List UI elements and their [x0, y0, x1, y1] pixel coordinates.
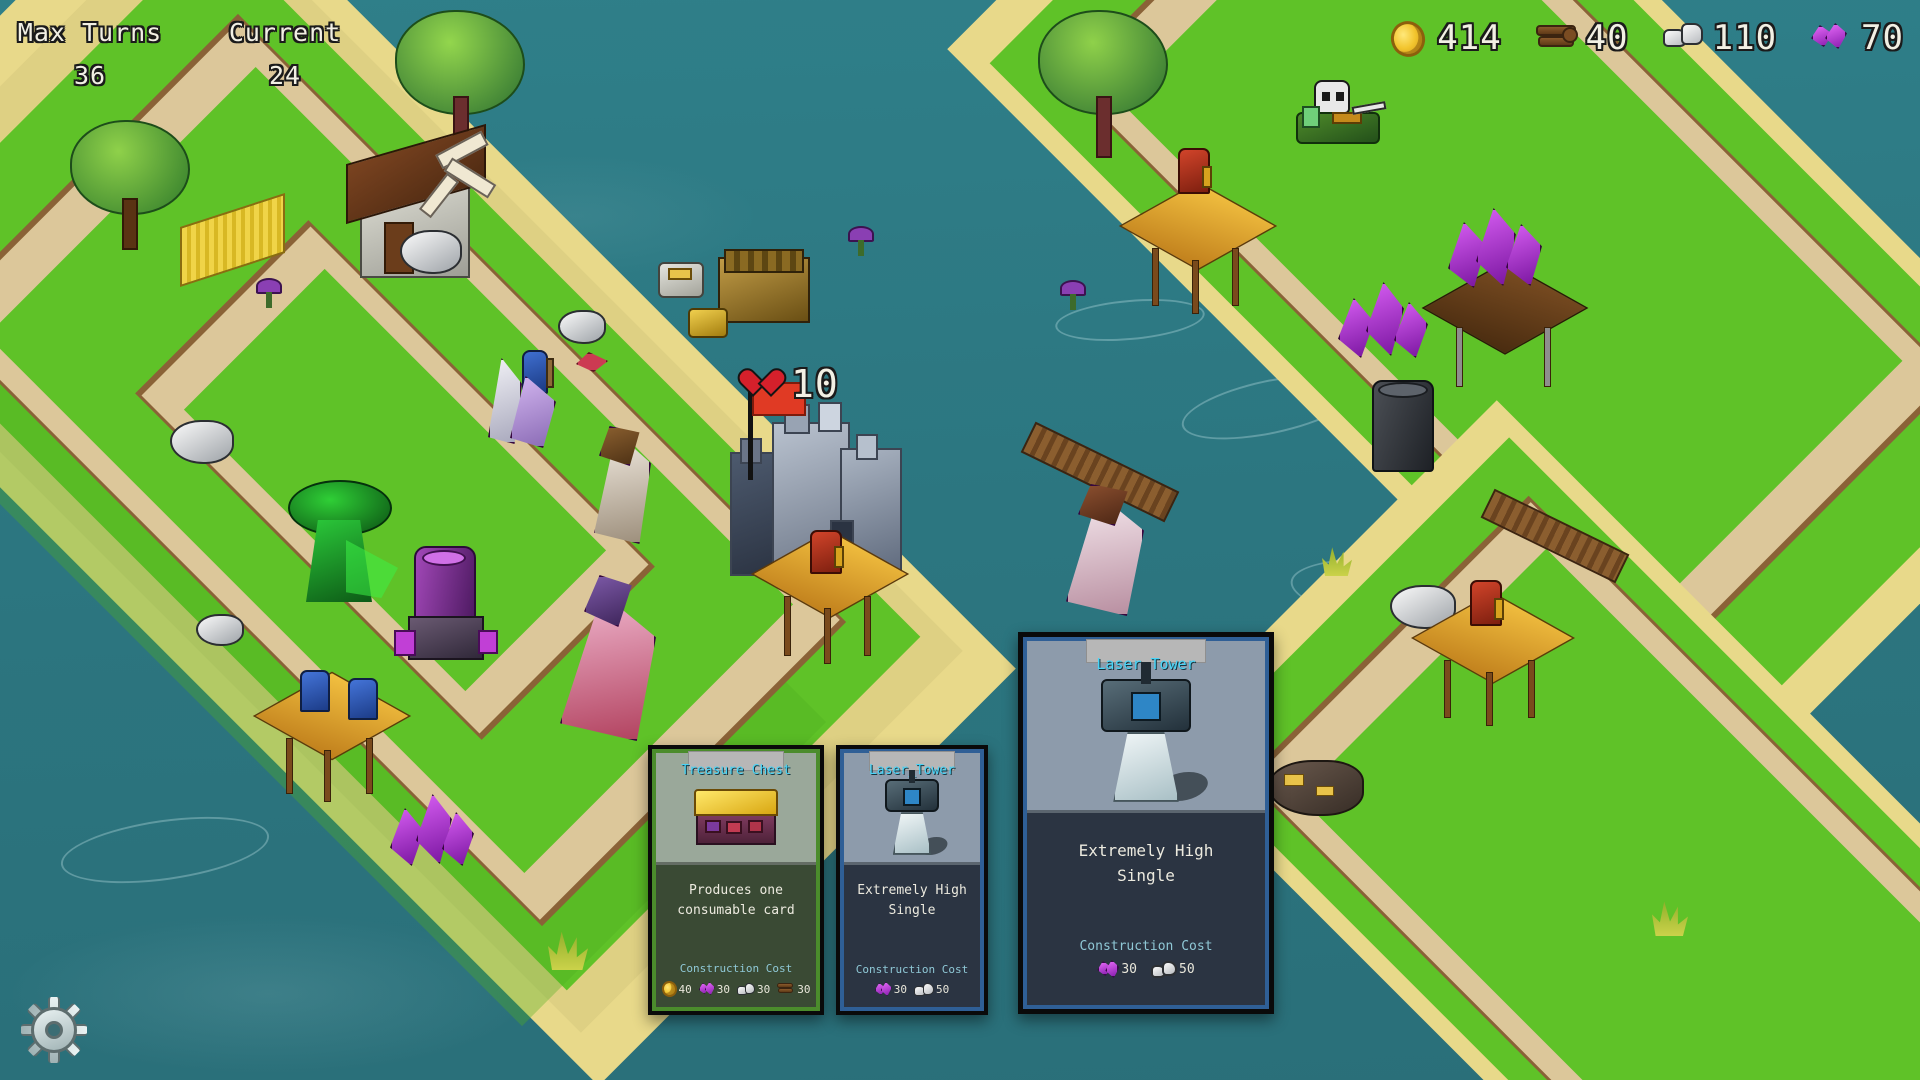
crystal-shard-icon — [1811, 21, 1853, 55]
card-body: Produces one consumable card Constructio… — [656, 865, 816, 1007]
tree — [70, 120, 190, 250]
rock — [196, 614, 244, 646]
current-turn-label: Current — [228, 18, 342, 47]
cost-wood-amount: 30 — [797, 982, 811, 996]
laser-tower-sprite — [1083, 662, 1213, 805]
guard-platform[interactable] — [1118, 181, 1278, 314]
dark-pillar — [1372, 380, 1434, 472]
max-turns-label: Max Turns — [17, 18, 163, 47]
crystal-formation — [585, 420, 671, 550]
gold-ore-rock — [1268, 760, 1364, 816]
cost-crystal: 30 — [1097, 960, 1137, 979]
cost-stone-amount: 30 — [757, 982, 771, 996]
resource-bar: 414 40 110 70 — [1386, 17, 1904, 61]
unit-blue — [348, 678, 378, 720]
cost-stone-amount: 50 — [936, 983, 950, 996]
card-treasure-chest[interactable]: Treasure Chest Produces one consumable c… — [648, 745, 824, 1015]
laser-tower-sprite — [875, 769, 952, 857]
current-turn-block: Current 24 — [215, 18, 355, 90]
gear-icon[interactable] — [16, 992, 92, 1068]
tower-green-built[interactable] — [280, 480, 400, 610]
cost-crystal-amount: 30 — [716, 982, 730, 996]
flower — [1060, 280, 1086, 310]
cost-crystal-amount: 30 — [1121, 962, 1137, 977]
card-description-line2: Single — [1117, 865, 1175, 885]
enemy-skull-unit — [1290, 80, 1390, 152]
cost-gold-amount: 40 — [678, 982, 692, 996]
cost-stone: 30 — [737, 982, 771, 996]
treasure-chest-sprite — [688, 786, 784, 848]
gold-value: 414 — [1437, 18, 1502, 58]
card-description-line1: Produces one — [689, 883, 783, 898]
cost-crystal-amount: 30 — [893, 983, 907, 996]
amethyst-cluster — [1338, 278, 1434, 364]
crystal-value: 70 — [1861, 18, 1904, 58]
card-cost-row: 40 30 30 30 — [659, 975, 813, 1007]
castle-hp-value: 10 — [791, 362, 839, 406]
current-turn-value: 24 — [268, 61, 302, 90]
stone-value: 110 — [1712, 18, 1778, 58]
purple-crystal-stack — [1448, 208, 1544, 292]
unit-blue — [300, 670, 330, 712]
unit-red-knight — [1470, 580, 1504, 626]
cost-crystal: 30 — [874, 982, 907, 997]
card-description-line2: Single — [888, 903, 936, 919]
rock — [400, 230, 462, 274]
flower — [256, 278, 282, 308]
tower-purple-built[interactable] — [392, 546, 502, 672]
card-cost-row: 30 50 — [873, 976, 952, 1007]
card-body: Extremely High Single Construction Cost … — [1027, 813, 1265, 1005]
crystal-formation — [480, 330, 570, 450]
cost-gold: 40 — [659, 979, 692, 999]
gold-coin-icon — [1386, 17, 1430, 61]
card-description-line1: Extremely High — [1078, 841, 1214, 860]
card-artwork: Laser_Tower — [844, 751, 980, 865]
small-crate — [658, 262, 704, 298]
heart-icon — [752, 370, 782, 398]
card-description-line2: consumable card — [677, 903, 795, 919]
cost-wood: 30 — [777, 982, 811, 996]
small-crate — [688, 308, 728, 338]
unit-red-knight — [810, 530, 844, 574]
max-turns-value: 36 — [73, 61, 107, 90]
crystal-formation — [550, 575, 680, 745]
guard-platform[interactable] — [252, 671, 412, 802]
max-turns-block: Max Turns 36 — [10, 18, 170, 90]
resource-stone: 110 — [1662, 18, 1778, 58]
resource-gold: 414 — [1386, 17, 1502, 61]
amethyst-cluster — [390, 790, 480, 870]
card-cost-label: Construction Cost — [1079, 939, 1213, 954]
rock — [170, 420, 234, 464]
unit-red-knight — [1178, 148, 1212, 194]
cost-crystal: 30 — [698, 982, 730, 996]
castle-health-indicator: 10 — [752, 362, 839, 406]
card-cost-label: Construction Cost — [855, 963, 969, 976]
card-cost-row: 30 50 — [1095, 954, 1196, 1005]
card-body: Extremely High Single Construction Cost … — [844, 865, 980, 1007]
card-artwork: Laser Tower — [1027, 639, 1265, 813]
cost-stone-amount: 50 — [1179, 962, 1195, 977]
card-title-text: Treasure Chest — [681, 763, 791, 778]
card-laser-tower-2-selected[interactable]: Laser Tower Extremely High Single Constr… — [1018, 632, 1274, 1014]
crystal-formation — [1060, 480, 1170, 620]
game-viewport: 10 Max Turns 36 Current 24 414 40 110 70… — [0, 0, 1920, 1080]
tree — [1038, 10, 1168, 160]
flower — [848, 226, 874, 256]
resource-wood: 40 — [1535, 18, 1629, 58]
stone-block-structure — [718, 245, 810, 331]
card-laser-tower-1[interactable]: Laser_Tower Extremely High Single Constr… — [836, 745, 988, 1015]
resource-crystal: 70 — [1811, 18, 1904, 58]
cost-stone: 50 — [1151, 960, 1195, 979]
stone-rock-icon — [1662, 21, 1705, 55]
wood-log-icon — [1535, 21, 1578, 55]
card-artwork: Treasure Chest — [656, 751, 816, 865]
card-cost-label: Construction Cost — [679, 962, 793, 975]
card-description-line1: Extremely High — [857, 883, 967, 898]
wood-value: 40 — [1585, 18, 1629, 58]
cost-stone: 50 — [914, 982, 950, 997]
